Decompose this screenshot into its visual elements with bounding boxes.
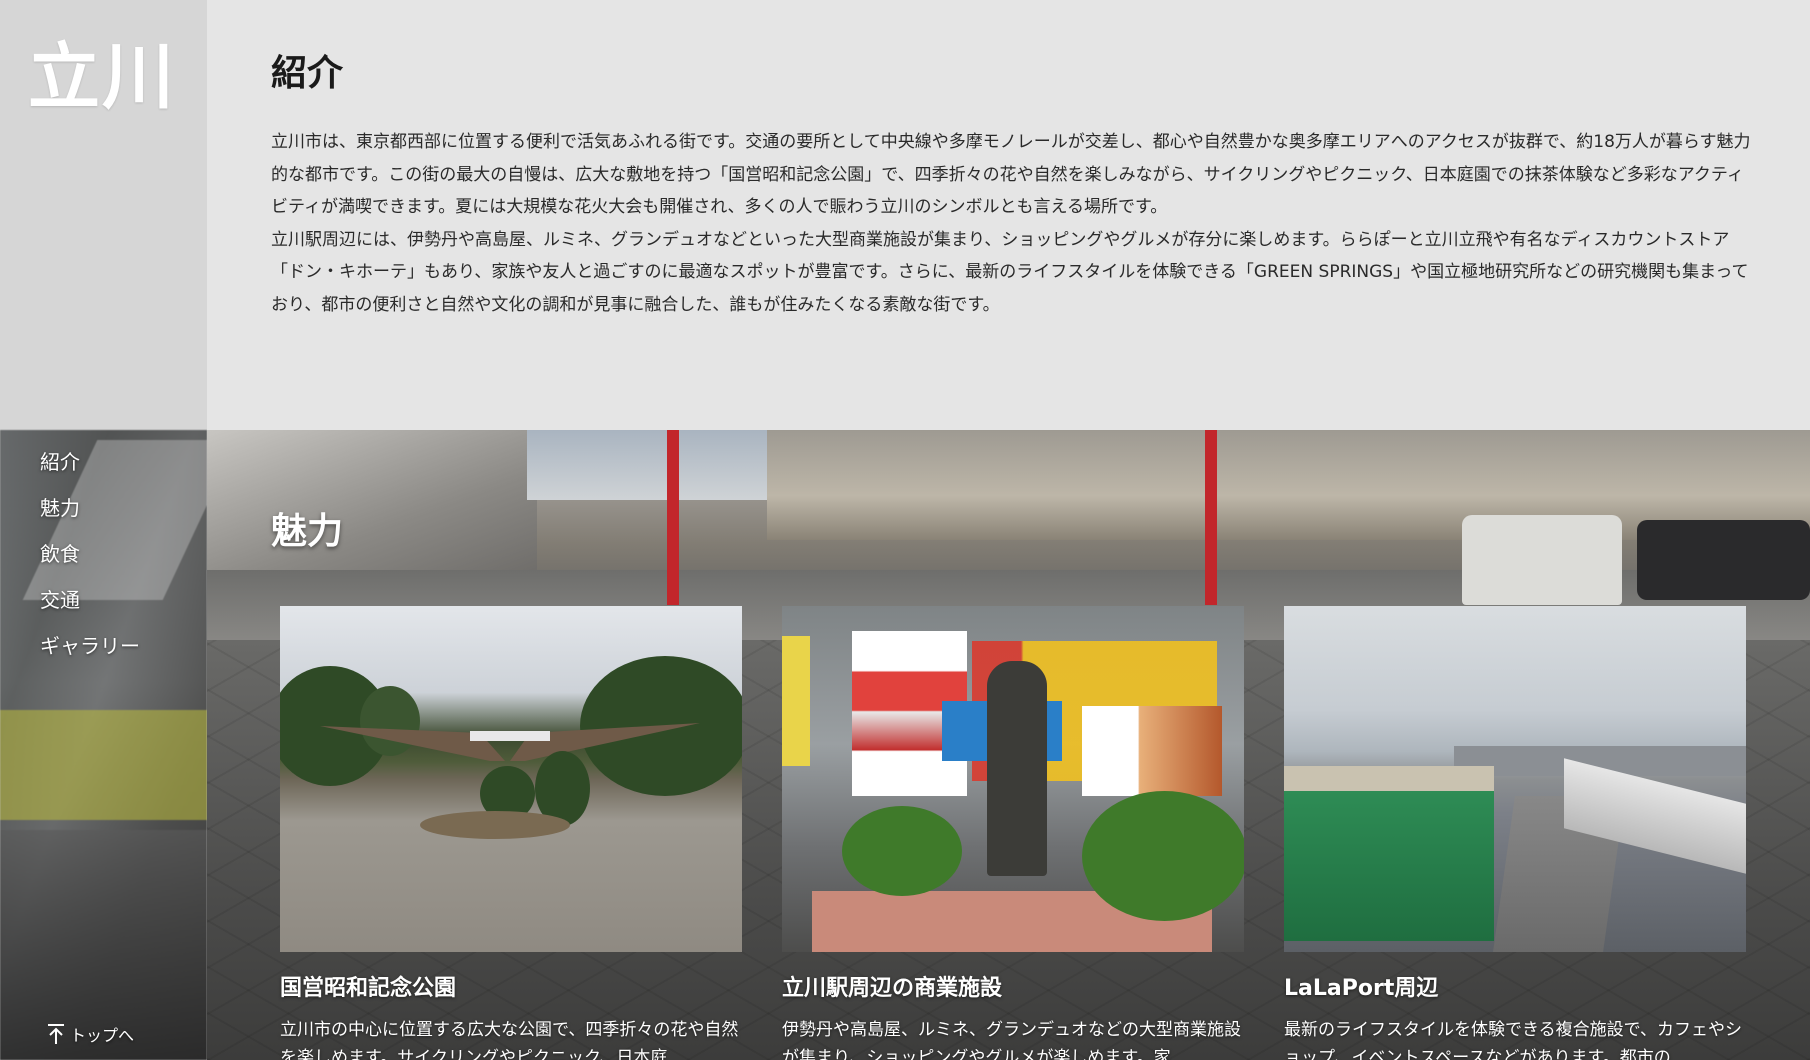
- arrow-up-icon: [46, 1023, 66, 1045]
- intro-paragraph-2: 立川駅周辺には、伊勢丹や高島屋、ルミネ、グランデュオなどといった大型商業施設が集…: [271, 229, 1749, 315]
- card-description: 伊勢丹や高島屋、ルミネ、グランデュオなどの大型商業施設が集まり、ショッピングやグ…: [782, 1020, 1241, 1060]
- intro-section: 紹介 立川市は、東京都西部に位置する便利で活気あふれる街です。交通の要所として中…: [207, 0, 1810, 430]
- intro-body: 立川市は、東京都西部に位置する便利で活気あふれる街です。交通の要所として中央線や…: [271, 126, 1753, 321]
- card-title: 立川駅周辺の商業施設: [782, 976, 1003, 1001]
- intro-paragraph-1: 立川市は、東京都西部に位置する便利で活気あふれる街です。交通の要所として中央線や…: [271, 132, 1751, 217]
- back-to-top-link[interactable]: トップへ: [46, 1022, 134, 1046]
- back-to-top-label: トップへ: [70, 1026, 135, 1045]
- nav-item-gallery[interactable]: ギャラリー: [40, 631, 140, 677]
- park-gate: [320, 723, 700, 761]
- card-title: LaLaPort周辺: [1284, 976, 1439, 1001]
- charm-section: 魅力 国営昭和記念公園 立川市の中心に位置する広大な公園で、四季折々の花や自然を…: [207, 430, 1810, 1060]
- nav-item-charm[interactable]: 魅力: [40, 493, 140, 539]
- background-red-pillar: [667, 430, 679, 605]
- card-lalaport-area[interactable]: LaLaPort周辺 最新のライフスタイルを体験できる複合施設で、カフェやショッ…: [1284, 606, 1746, 1060]
- sidebar: 立川 紹介 魅力 飲食 交通 ギャラリー トップへ: [0, 0, 207, 1060]
- card-tachikawa-station-shopping[interactable]: 立川駅周辺の商業施設 伊勢丹や高島屋、ルミネ、グランデュオなどの大型商業施設が集…: [782, 606, 1244, 1060]
- intro-heading: 紹介: [271, 53, 344, 94]
- background-overpass: [207, 430, 537, 580]
- nav-item-intro[interactable]: 紹介: [40, 447, 140, 493]
- main-nav: 紹介 魅力 飲食 交通 ギャラリー: [40, 447, 140, 677]
- card-title: 国営昭和記念公園: [280, 976, 457, 1001]
- lalaport-aerial-photo: [1284, 606, 1746, 952]
- background-red-pillar: [1205, 430, 1217, 605]
- nav-item-transport[interactable]: 交通: [40, 585, 140, 631]
- background-van: [1637, 520, 1810, 600]
- nav-item-food[interactable]: 飲食: [40, 539, 140, 585]
- charm-heading: 魅力: [271, 511, 344, 552]
- station-statue-photo: [782, 606, 1244, 952]
- background-truck: [1462, 515, 1622, 605]
- card-description: 立川市の中心に位置する広大な公園で、四季折々の花や自然を楽しめます。サイクリング…: [280, 1020, 739, 1060]
- card-description: 最新のライフスタイルを体験できる複合施設で、カフェやショップ、イベントスペースな…: [1284, 1020, 1742, 1060]
- card-showa-kinen-park[interactable]: 国営昭和記念公園 立川市の中心に位置する広大な公園で、四季折々の花や自然を楽しめ…: [280, 606, 742, 1060]
- site-logo[interactable]: 立川: [28, 18, 176, 123]
- park-photo: [280, 606, 742, 952]
